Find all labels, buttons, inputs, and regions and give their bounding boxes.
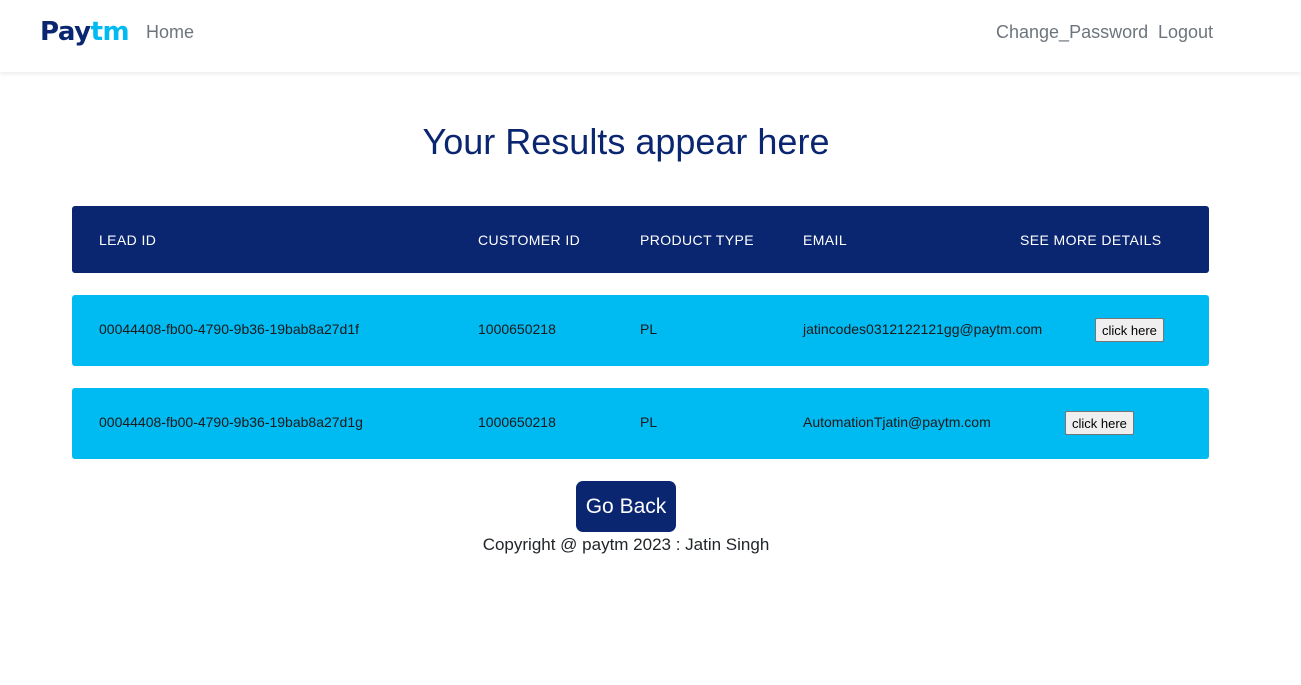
nav-logout-link[interactable]: Logout	[1158, 21, 1213, 43]
product-type-cell: PL	[640, 414, 658, 430]
header-product-type: PRODUCT TYPE	[640, 232, 754, 248]
header-customer-id: CUSTOMER ID	[478, 232, 581, 248]
copyright-text: Copyright @ paytm 2023 : Jatin Singh	[482, 535, 770, 554]
header-see-more-details: SEE MORE DETAILS	[1020, 232, 1162, 248]
email-cell: jatincodes0312122121gg@paytm.com	[803, 321, 1043, 337]
lead-id-cell: 00044408-fb00-4790-9b36-19bab8a27d1g	[99, 414, 363, 430]
paytm-logo[interactable]: Paytm	[40, 16, 130, 48]
go-back-button[interactable]: Go Back	[576, 481, 676, 532]
table-row: 00044408-fb00-4790-9b36-19bab8a27d1g 100…	[72, 388, 1209, 459]
table-row: 00044408-fb00-4790-9b36-19bab8a27d1f 100…	[72, 295, 1209, 366]
click-here-button[interactable]: click here	[1065, 411, 1134, 435]
header-email: EMAIL	[803, 232, 848, 248]
email-cell: AutomationTjatin@paytm.com	[803, 414, 991, 430]
customer-id-cell: 1000650218	[478, 414, 556, 430]
table-header: LEAD ID CUSTOMER ID PRODUCT TYPE EMAIL S…	[72, 206, 1209, 273]
top-navbar: Paytm Home Change_Password Logout	[0, 0, 1301, 72]
nav-change-password-link[interactable]: Change_Password	[996, 21, 1148, 43]
product-type-cell: PL	[640, 321, 658, 337]
logo-pay-text: Pay	[40, 17, 91, 47]
header-lead-id: LEAD ID	[99, 232, 157, 248]
customer-id-cell: 1000650218	[478, 321, 556, 337]
logo-tm-text: tm	[90, 17, 130, 47]
click-here-button[interactable]: click here	[1095, 318, 1164, 342]
page-title: Your Results appear here	[422, 121, 830, 162]
nav-home-link[interactable]: Home	[146, 21, 194, 43]
lead-id-cell: 00044408-fb00-4790-9b36-19bab8a27d1f	[99, 321, 360, 337]
